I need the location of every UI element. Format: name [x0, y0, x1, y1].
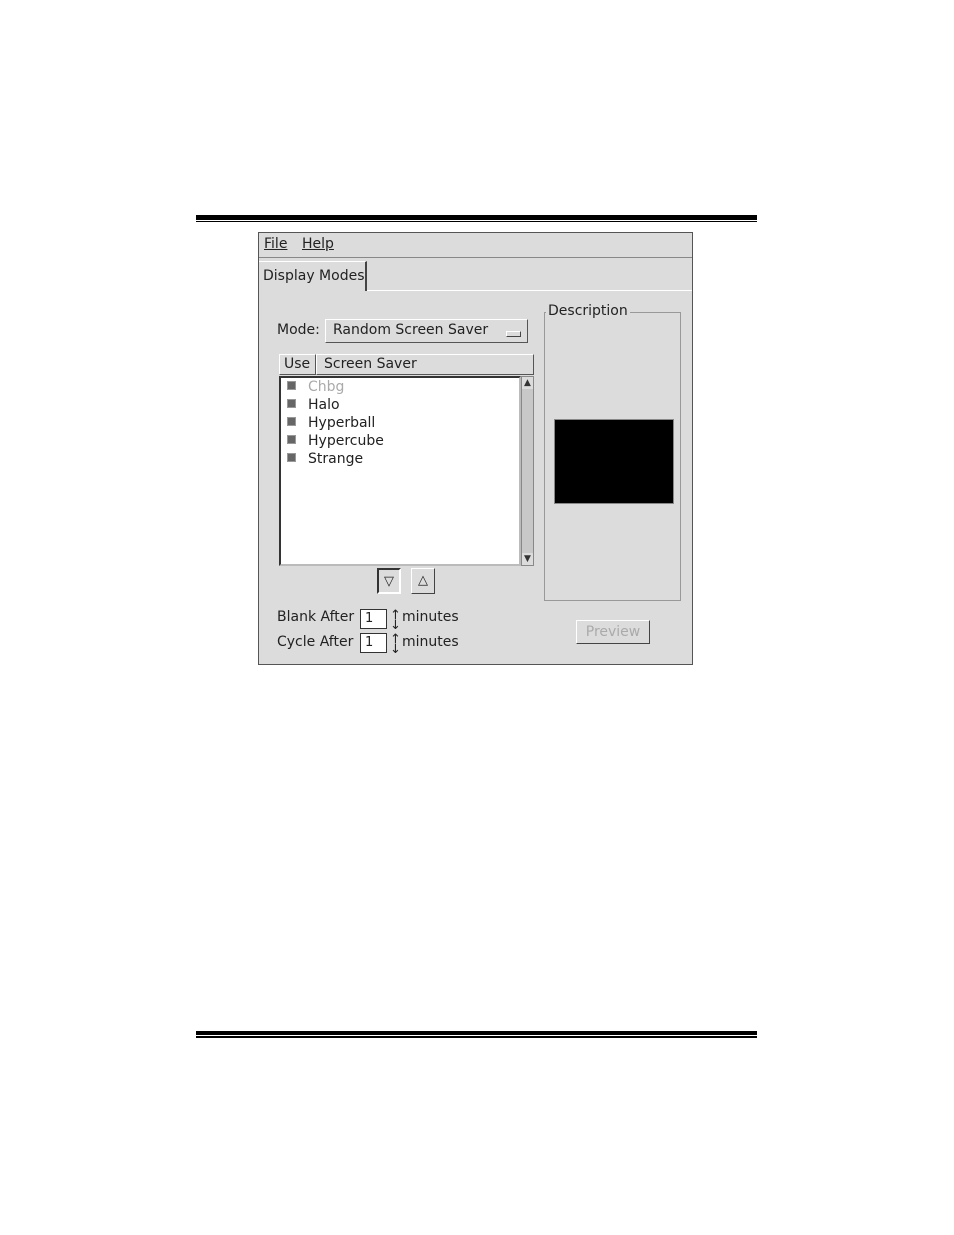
- menu-file[interactable]: File: [264, 236, 287, 252]
- preview-button[interactable]: Preview: [576, 620, 650, 644]
- list-item[interactable]: Strange: [287, 451, 363, 469]
- option-menu-indicator-icon: [506, 331, 521, 337]
- blank-after-unit: minutes: [402, 609, 459, 625]
- move-down-button[interactable]: ▽: [377, 568, 401, 594]
- column-header-use[interactable]: Use: [279, 354, 316, 375]
- top-rule: [196, 215, 757, 220]
- tab-divider: [367, 290, 692, 291]
- tab-display-modes-label: Display Modes: [263, 268, 365, 284]
- list-item-label: Chbg: [308, 379, 345, 395]
- column-header-screen-saver-label: Screen Saver: [324, 356, 417, 372]
- blank-after-input[interactable]: 1: [360, 609, 387, 629]
- menu-help[interactable]: Help: [302, 236, 334, 252]
- description-title: Description: [546, 303, 630, 319]
- screen-saver-list[interactable]: Chbg Halo Hyperball Hypercube Strange: [279, 376, 521, 566]
- use-checkbox[interactable]: [287, 381, 296, 390]
- cycle-after-spinner-icon[interactable]: ↑ ↓: [390, 633, 401, 656]
- use-checkbox[interactable]: [287, 399, 296, 408]
- cycle-after-input[interactable]: 1: [360, 633, 387, 653]
- move-up-button[interactable]: △: [411, 568, 435, 594]
- cycle-after-unit: minutes: [402, 634, 459, 650]
- tab-display-modes[interactable]: Display Modes: [259, 261, 367, 291]
- mode-select-value: Random Screen Saver: [333, 322, 489, 338]
- mode-label: Mode:: [277, 322, 320, 338]
- use-checkbox[interactable]: [287, 453, 296, 462]
- list-header: Use Screen Saver: [279, 354, 534, 375]
- column-header-use-label: Use: [284, 356, 311, 372]
- list-item[interactable]: Hyperball: [287, 415, 375, 433]
- screensaver-dialog: File Help Display Modes Mode: Random Scr…: [258, 232, 693, 665]
- blank-after-spinner-icon[interactable]: ↑ ↓: [390, 609, 401, 632]
- bottom-rule-thin: [196, 1036, 757, 1038]
- cycle-after-label: Cycle After: [277, 634, 354, 650]
- preview-screen: [554, 419, 674, 504]
- column-header-screen-saver[interactable]: Screen Saver: [316, 354, 534, 375]
- list-scrollbar[interactable]: ▲ ▼: [521, 376, 534, 566]
- menu-file-label: File: [264, 236, 288, 252]
- mode-select[interactable]: Random Screen Saver: [325, 319, 528, 343]
- list-item[interactable]: Chbg: [287, 379, 344, 397]
- list-item-label: Hypercube: [308, 433, 384, 449]
- top-rule-thin: [196, 221, 757, 222]
- list-item-label: Hyperball: [308, 415, 376, 431]
- menu-help-label: Help: [302, 236, 334, 252]
- bottom-rule: [196, 1031, 757, 1035]
- list-item[interactable]: Halo: [287, 397, 340, 415]
- blank-after-label: Blank After: [277, 609, 355, 625]
- list-item-label: Halo: [308, 397, 340, 413]
- use-checkbox[interactable]: [287, 417, 296, 426]
- list-item-label: Strange: [308, 451, 364, 467]
- list-item[interactable]: Hypercube: [287, 433, 384, 451]
- move-down-icon: ▽: [384, 574, 394, 589]
- scroll-down-arrow-icon[interactable]: ▼: [522, 553, 533, 565]
- menubar: File Help: [259, 233, 692, 258]
- scroll-up-arrow-icon[interactable]: ▲: [522, 377, 533, 389]
- use-checkbox[interactable]: [287, 435, 296, 444]
- move-up-icon: △: [418, 573, 428, 588]
